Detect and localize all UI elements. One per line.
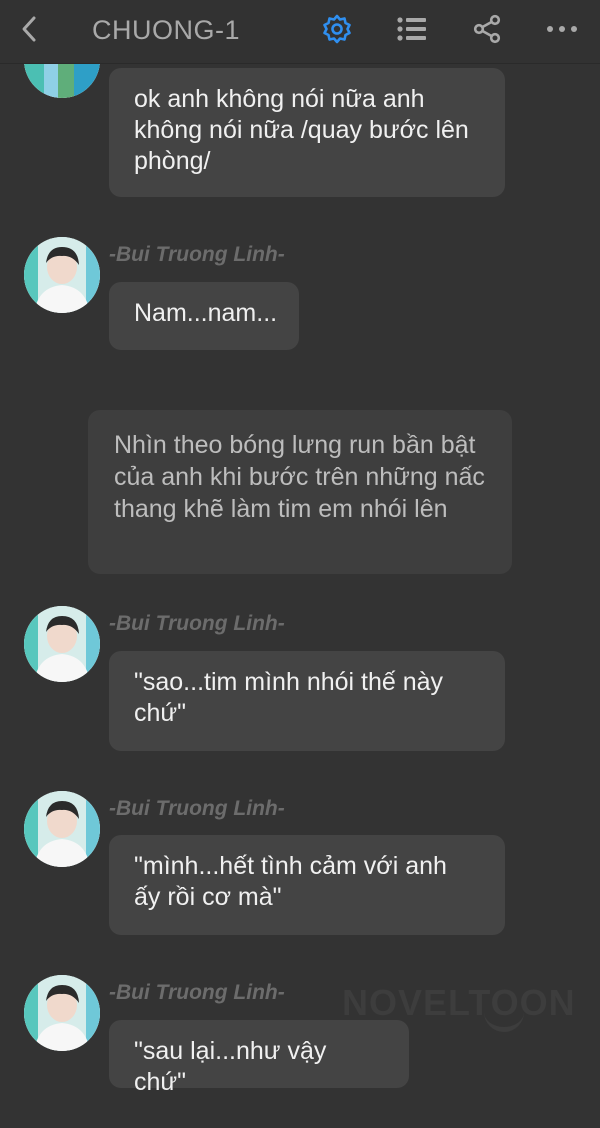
chapter-title: CHUONG-1 bbox=[92, 15, 241, 45]
message-bubble: ok anh không nói nữa anh không nói nữa /… bbox=[109, 68, 505, 197]
sender-name: -Bui Truong Linh- bbox=[109, 612, 285, 635]
chat-reader-screen: CHUONG-1 ok anh không nói nữa anh không … bbox=[0, 0, 600, 1128]
list-icon bbox=[397, 17, 426, 41]
more-icon bbox=[547, 26, 577, 32]
back-button[interactable] bbox=[14, 14, 44, 44]
sender-name: -Bui Truong Linh- bbox=[109, 981, 285, 1004]
message-bubble: Nam...nam... bbox=[109, 282, 299, 350]
avatar bbox=[24, 791, 100, 867]
watermark-smile bbox=[484, 1012, 524, 1032]
share-button[interactable] bbox=[470, 12, 504, 46]
chevron-left-icon bbox=[22, 16, 36, 42]
sender-name: -Bui Truong Linh- bbox=[109, 243, 285, 266]
share-icon bbox=[473, 14, 501, 44]
narration-bubble: Nhìn theo bóng lưng run bần bật của anh … bbox=[88, 410, 512, 574]
message-bubble: "sao...tim mình nhói thế này chứ" bbox=[109, 651, 505, 751]
more-button[interactable] bbox=[545, 12, 579, 46]
avatar bbox=[24, 975, 100, 1051]
settings-button[interactable] bbox=[320, 12, 354, 46]
message-bubble: "sau lại...như vậy chứ" bbox=[109, 1020, 409, 1096]
message-bubble: "mình...hết tình cảm với anh ấy rồi cơ m… bbox=[109, 835, 505, 935]
chapter-list-button[interactable] bbox=[395, 12, 429, 46]
sender-name: -Bui Truong Linh- bbox=[109, 797, 285, 820]
watermark: NOVELTOON bbox=[342, 982, 576, 1023]
top-bar: CHUONG-1 bbox=[0, 0, 600, 64]
avatar bbox=[24, 237, 100, 313]
gear-icon bbox=[323, 14, 351, 44]
avatar bbox=[24, 606, 100, 682]
